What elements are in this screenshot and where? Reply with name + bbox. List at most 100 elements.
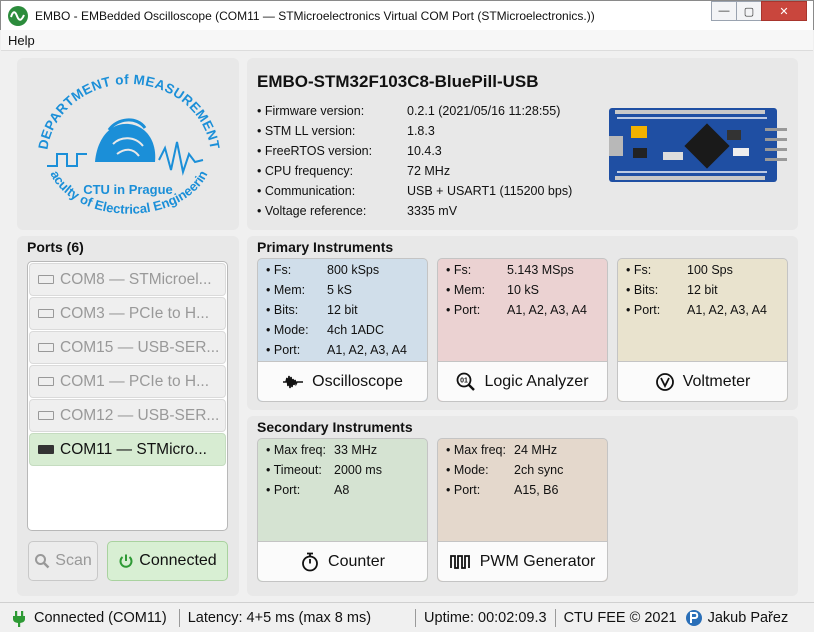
port-item-com15[interactable]: COM15 — USB-SER...: [29, 331, 226, 364]
status-bar: Connected (COM11) Latency: 4+5 ms (max 8…: [0, 602, 814, 632]
device-info-panel: EMBO-STM32F103C8-BluePill-USB • Firmware…: [247, 58, 798, 230]
info-label: • Firmware version:: [257, 104, 365, 118]
app-icon: [8, 5, 28, 26]
scan-button[interactable]: Scan: [28, 541, 98, 581]
serial-port-icon: [38, 309, 54, 318]
info-label: • CPU frequency:: [257, 164, 354, 178]
pwm-icon: [449, 554, 470, 569]
info-value: 72 MHz: [407, 164, 451, 178]
serial-port-icon: [38, 343, 54, 352]
connection-status: Connected (COM11): [34, 609, 167, 626]
info-value: 3335 mV: [407, 204, 458, 218]
plug-icon: [13, 610, 25, 627]
ports-list: COM8 — STMicroel... COM3 — PCIe to H... …: [27, 261, 228, 531]
port-item-com8[interactable]: COM8 — STMicroel...: [29, 263, 226, 296]
param-row: • Mem: 5 kS: [266, 283, 353, 297]
logic-analyzer-card: • Fs: 5.143 MSps • Mem: 10 kS • Port: A1, A…: [437, 258, 608, 402]
port-item-com1[interactable]: COM1 — PCIe to H...: [29, 365, 226, 398]
menu-help[interactable]: Help: [1, 33, 42, 48]
logic-analyzer-icon: 01: [457, 372, 476, 391]
param-row: • Max freq: 24 MHz: [446, 443, 558, 457]
power-icon: [119, 554, 133, 568]
port-label: COM15 — USB-SER...: [60, 338, 220, 356]
stopwatch-icon: [302, 552, 318, 571]
counter-card: • Max freq: 33 MHz • Timeout: 2000 ms • Po…: [257, 438, 428, 582]
param-row: • Port: A1, A2, A3, A4: [446, 303, 587, 317]
scan-label: Scan: [55, 552, 92, 569]
author-name: Jakub Pařez: [707, 609, 789, 626]
info-value: 0.2.1 (2021/05/16 11:28:55): [407, 104, 561, 118]
info-firmware: • Firmware version: 0.2.1 (2021/05/16 11…: [257, 104, 560, 118]
port-label: COM1 — PCIe to H...: [60, 372, 210, 390]
connect-button[interactable]: Connected: [107, 541, 228, 581]
info-label: • FreeRTOS version:: [257, 144, 373, 158]
info-value: 1.8.3: [407, 124, 435, 138]
oscilloscope-button[interactable]: Oscilloscope: [258, 361, 427, 401]
oscilloscope-label: Oscilloscope: [312, 372, 403, 390]
serial-port-icon: [38, 275, 54, 284]
voltmeter-card: • Fs: 100 Sps • Bits: 12 bit • Port: A1, A2…: [617, 258, 788, 402]
info-voltage-reference: • Voltage reference: 3335 mV: [257, 204, 457, 218]
logic-analyzer-label: Logic Analyzer: [484, 372, 589, 390]
serial-port-icon: [38, 411, 54, 420]
param-row: • Mode: 2ch sync: [446, 463, 564, 477]
window-title-bar: EMBO - EMBedded Oscilloscope (COM11 — ST…: [0, 0, 814, 30]
status-separator: [415, 608, 417, 627]
param-row: • Fs: 100 Sps: [626, 263, 733, 277]
voltmeter-label: Voltmeter: [682, 372, 751, 390]
info-communication: • Communication: USB + USART1 (115200 bp…: [257, 184, 572, 198]
port-item-com12[interactable]: COM12 — USB-SER...: [29, 399, 226, 432]
port-label: COM8 — STMicroel...: [60, 270, 212, 288]
svg-text:CTU in Prague: CTU in Prague: [83, 182, 173, 197]
param-row: • Port: A8: [266, 483, 350, 497]
param-row: • Port: A15, B6: [446, 483, 559, 497]
counter-button[interactable]: Counter: [258, 541, 427, 581]
secondary-instruments-title: Secondary Instruments: [257, 419, 413, 435]
oscilloscope-card: • Fs: 800 kSps • Mem: 5 kS • Bits: 12 bit •…: [257, 258, 428, 402]
primary-instruments-title: Primary Instruments: [257, 239, 394, 255]
pwm-generator-card: • Max freq: 24 MHz • Mode: 2ch sync • Port…: [437, 438, 608, 582]
voltmeter-icon: [655, 372, 674, 391]
logo-panel: DEPARTMENT of MEASUREMENT Faculty of Ele…: [17, 58, 239, 230]
info-label: • Voltage reference:: [257, 204, 367, 218]
search-icon: [35, 554, 50, 569]
param-row: • Port: A1, A2, A3, A4: [266, 343, 407, 357]
info-freertos: • FreeRTOS version: 10.4.3: [257, 144, 442, 158]
waveform-icon: [283, 375, 304, 388]
pwm-generator-button[interactable]: PWM Generator: [438, 541, 607, 581]
logic-analyzer-button[interactable]: 01 Logic Analyzer: [438, 361, 607, 401]
maximize-button[interactable]: ▢: [736, 1, 762, 21]
voltmeter-button[interactable]: Voltmeter: [618, 361, 787, 401]
param-row: • Fs: 5.143 MSps: [446, 263, 574, 277]
copyright-text: CTU FEE © 2021: [563, 609, 677, 626]
port-item-com11[interactable]: COM11 — STMicro...: [29, 433, 226, 466]
device-title: EMBO-STM32F103C8-BluePill-USB: [257, 72, 539, 91]
counter-label: Counter: [328, 552, 385, 570]
info-label: • STM LL version:: [257, 124, 356, 138]
info-ll-version: • STM LL version: 1.8.3: [257, 124, 435, 138]
bluepill-board-image: [609, 108, 787, 182]
port-label: COM12 — USB-SER...: [60, 406, 220, 424]
latency-status: Latency: 4+5 ms (max 8 ms): [187, 609, 372, 626]
info-value: USB + USART1 (115200 bps): [407, 184, 573, 198]
menu-bar: Help: [1, 30, 813, 51]
info-value: 10.4.3: [407, 144, 442, 158]
pwm-generator-label: PWM Generator: [479, 552, 596, 570]
param-row: • Fs: 800 kSps: [266, 263, 380, 277]
minimize-button[interactable]: —: [711, 1, 737, 21]
param-row: • Port: A1, A2, A3, A4: [626, 303, 767, 317]
window-title: EMBO - EMBedded Oscilloscope (COM11 — ST…: [35, 8, 595, 23]
param-row: • Mem: 10 kS: [446, 283, 539, 297]
serial-port-icon: [38, 445, 54, 454]
param-row: • Bits: 12 bit: [626, 283, 718, 297]
author-logo-icon: [685, 609, 702, 626]
close-button[interactable]: ✕: [761, 1, 807, 21]
param-row: • Max freq: 33 MHz: [266, 443, 378, 457]
uptime-status: Uptime: 00:02:09.3: [424, 609, 547, 626]
param-row: • Bits: 12 bit: [266, 303, 358, 317]
param-row: • Timeout: 2000 ms: [266, 463, 382, 477]
secondary-instruments-panel: Secondary Instruments • Max freq: 33 MHz …: [247, 416, 798, 596]
port-label: COM11 — STMicro...: [60, 440, 207, 458]
serial-port-icon: [38, 377, 54, 386]
port-item-com3[interactable]: COM3 — PCIe to H...: [29, 297, 226, 330]
